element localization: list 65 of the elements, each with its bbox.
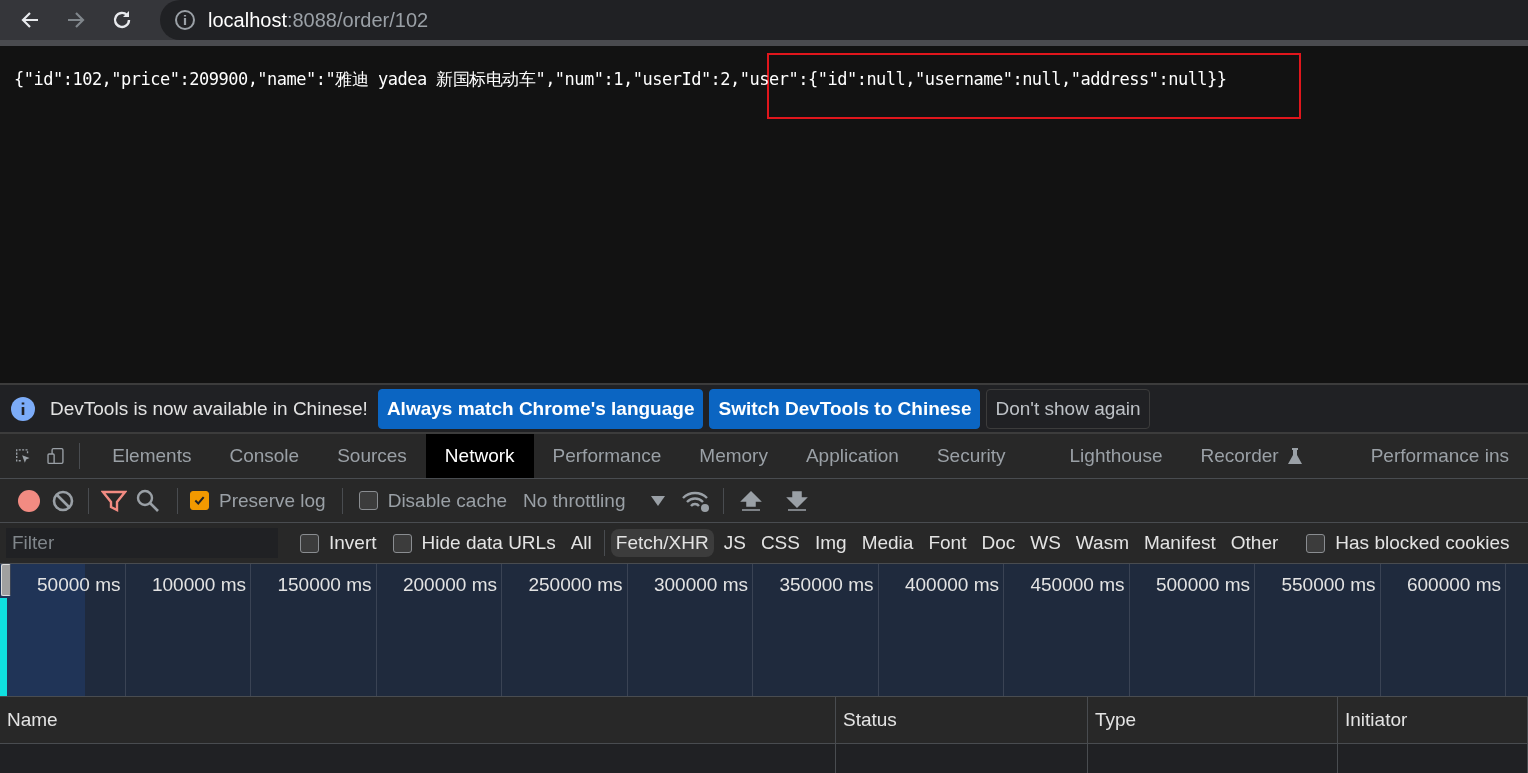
timeline-tick-label: 450000 ms bbox=[1030, 574, 1125, 596]
resource-type-filter[interactable]: Fetch/XHR bbox=[610, 529, 714, 557]
panel-tab[interactable]: Console bbox=[210, 434, 319, 478]
timeline-tick-label: 100000 ms bbox=[152, 574, 246, 596]
checkbox[interactable] bbox=[300, 533, 319, 553]
panel-tab[interactable]: Recorder bbox=[1181, 434, 1322, 478]
reload-icon[interactable] bbox=[111, 9, 133, 31]
column-header[interactable]: Initiator bbox=[1338, 697, 1528, 743]
panel-tab[interactable]: Performance bbox=[533, 434, 681, 478]
infobar-message: DevTools is now available in Chinese! bbox=[50, 397, 368, 420]
column-header[interactable]: Name bbox=[0, 697, 836, 743]
resource-type-filter[interactable]: Doc bbox=[976, 529, 1021, 557]
resource-type-filter[interactable]: Other bbox=[1225, 529, 1284, 557]
checkbox[interactable] bbox=[358, 491, 378, 510]
back-icon[interactable] bbox=[20, 10, 40, 30]
checkbox[interactable] bbox=[1306, 533, 1326, 553]
info-icon[interactable] bbox=[174, 9, 196, 31]
resource-type-filter[interactable]: JS bbox=[718, 529, 751, 557]
panel-tab[interactable]: Lighthouse bbox=[1050, 434, 1182, 478]
panel-tab[interactable]: Performance ins bbox=[1351, 434, 1528, 478]
panel-tab[interactable]: Elements bbox=[93, 434, 211, 478]
filter-field[interactable]: Filter bbox=[6, 528, 278, 558]
timeline-tick-label: 200000 ms bbox=[403, 574, 497, 596]
flask-icon bbox=[1286, 447, 1303, 465]
checkbox-label: Has blocked cookies bbox=[1335, 532, 1510, 554]
dismiss-button[interactable]: Don't show again bbox=[986, 388, 1150, 429]
resource-type-filter[interactable]: Media bbox=[856, 529, 919, 557]
checkbox[interactable] bbox=[392, 533, 412, 553]
caret-icon bbox=[651, 495, 666, 506]
column-header[interactable]: Type bbox=[1088, 697, 1338, 743]
timeline-tick-label: 150000 ms bbox=[277, 574, 372, 596]
checkbox-label: Hide data URLs bbox=[421, 532, 556, 554]
timeline-tick-label: 400000 ms bbox=[905, 574, 999, 596]
timeline-tick-label: 300000 ms bbox=[654, 574, 748, 596]
timeline-tick-label: 500000 ms bbox=[1156, 574, 1250, 596]
panel-tab[interactable]: Application bbox=[786, 434, 918, 478]
resource-type-filter[interactable]: Img bbox=[809, 529, 852, 557]
timeline-tick-label: 250000 ms bbox=[528, 574, 623, 596]
timeline-tick-label: 350000 ms bbox=[779, 574, 874, 596]
timeline-overview[interactable]: 50000 ms 100000 ms 150000 ms 200000 ms 250000 ms 300000 ms 350000 ms 400000 ms 450000 ms 500000 ms 550000 ms 600000 ms bbox=[0, 564, 1528, 697]
resource-type-filter[interactable]: Manifest bbox=[1138, 529, 1221, 557]
timeline-tick-label: 50000 ms bbox=[37, 574, 121, 596]
address-bar[interactable]: localhost:8088/order/102 bbox=[160, 0, 1528, 40]
panel-tab[interactable]: Sources bbox=[318, 434, 426, 478]
column-header[interactable]: Status bbox=[836, 697, 1088, 743]
resource-type-filter[interactable]: All bbox=[565, 529, 597, 557]
timeline-tick-label: 550000 ms bbox=[1281, 574, 1376, 596]
action-button[interactable]: Switch DevTools to Chinese bbox=[709, 388, 981, 429]
forward-icon[interactable] bbox=[66, 10, 86, 30]
resource-type-filter[interactable]: WS bbox=[1025, 529, 1066, 557]
timeline-tick-label: 600000 ms bbox=[1407, 574, 1501, 596]
action-button[interactable]: Always match Chrome's language bbox=[377, 388, 704, 429]
checkbox-label: Invert bbox=[329, 532, 377, 554]
checkbox-label: Disable cache bbox=[387, 489, 507, 512]
resource-type-filter[interactable]: Font bbox=[923, 529, 972, 557]
resource-type-filter[interactable]: CSS bbox=[755, 529, 805, 557]
range-handle[interactable] bbox=[1, 564, 11, 596]
checkbox-label: Preserve log bbox=[219, 489, 326, 512]
resource-type-filter[interactable]: Wasm bbox=[1070, 529, 1134, 557]
throttling-dropdown[interactable]: No throttling bbox=[523, 489, 666, 512]
info-icon bbox=[10, 395, 36, 422]
panel-tab[interactable]: Network bbox=[425, 434, 534, 478]
panel-tab[interactable]: Memory bbox=[680, 434, 787, 478]
panel-tab[interactable]: Security bbox=[917, 434, 1025, 478]
checkbox[interactable] bbox=[190, 491, 209, 510]
